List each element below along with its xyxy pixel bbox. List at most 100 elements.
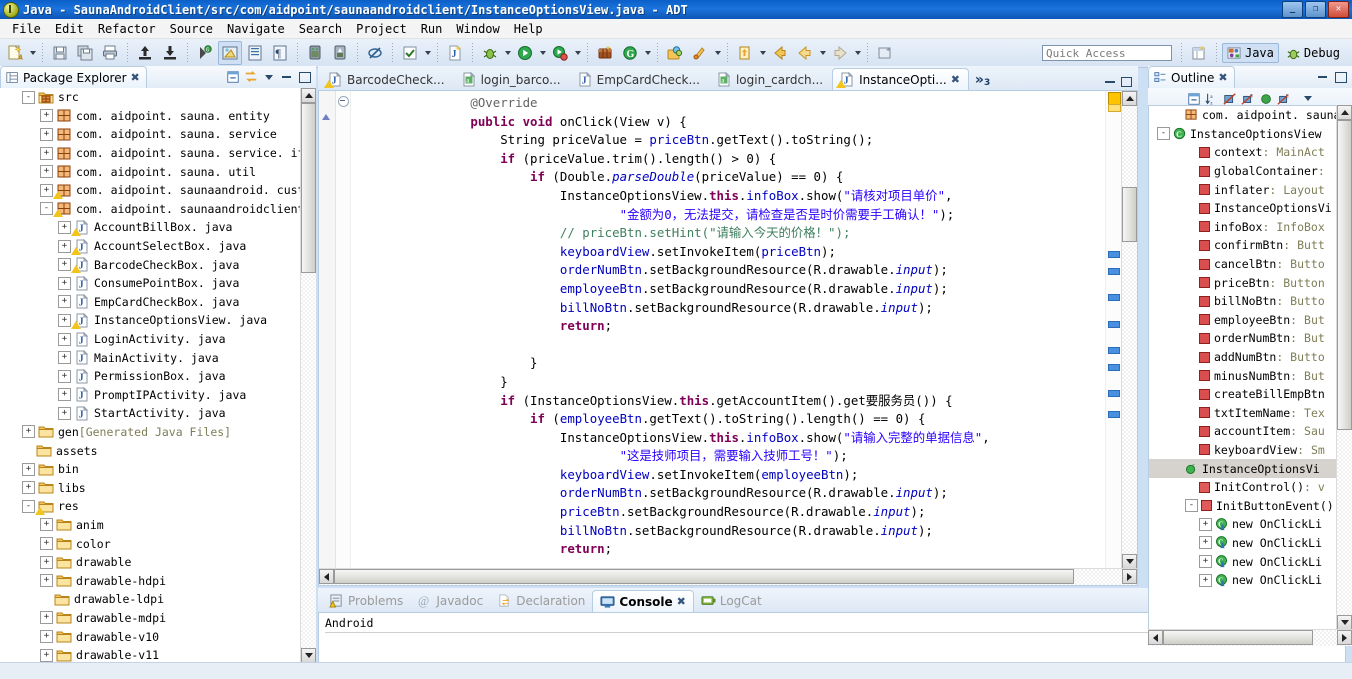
pin-editor-icon[interactable] (873, 41, 897, 65)
overview-occurrence-marker[interactable] (1108, 390, 1120, 397)
outline-row[interactable]: minusNumBtn : But (1149, 366, 1351, 385)
expand-toggle[interactable]: + (40, 630, 53, 644)
editor-hscrollbar[interactable] (319, 568, 1137, 585)
editor-tab-0[interactable]: J BarcodeCheck... (320, 68, 454, 90)
maximize-icon[interactable] (1121, 77, 1132, 87)
editor-warning-marker-secondary[interactable] (1108, 104, 1121, 112)
close-button[interactable]: ✕ (1328, 1, 1349, 18)
external-tools-icon[interactable] (593, 41, 617, 65)
minimize-button[interactable]: _ (1282, 1, 1303, 18)
tree-row[interactable]: - src (0, 88, 316, 107)
search-icon[interactable] (663, 41, 687, 65)
coverage-icon[interactable] (548, 41, 572, 65)
expand-toggle[interactable]: + (40, 518, 53, 532)
tree-row[interactable]: + color (0, 534, 316, 553)
outline-row[interactable]: InitControl() : v (1149, 478, 1351, 497)
menu-edit[interactable]: Edit (48, 21, 91, 37)
close-icon[interactable]: ✖ (677, 595, 686, 608)
menu-file[interactable]: File (5, 21, 48, 37)
outline-row[interactable]: confirmBtn : Butt (1149, 236, 1351, 255)
tree-row[interactable]: + com. aidpoint. sauna. entity (0, 107, 316, 126)
console-tab-console[interactable]: Console ✖ (592, 590, 694, 612)
menu-window[interactable]: Window (449, 21, 506, 37)
expand-toggle[interactable]: + (58, 406, 71, 420)
scroll-thumb[interactable] (1122, 187, 1137, 242)
back-dropdown-arrow[interactable] (818, 42, 827, 64)
tree-row[interactable]: + J PromptIPActivity. java (0, 386, 316, 405)
hide-non-public-icon[interactable] (1258, 91, 1273, 106)
debug-icon[interactable] (478, 41, 502, 65)
expand-toggle[interactable]: + (40, 648, 53, 662)
new-java-file-icon[interactable]: J (443, 41, 467, 65)
console-tab-declaration[interactable]: Declaration (490, 590, 592, 612)
outline-row[interactable]: txtItemName : Tex (1149, 404, 1351, 423)
outline-row[interactable]: - C InstanceOptionsView (1149, 125, 1351, 144)
tree-row[interactable]: + J BarcodeCheckBox. java (0, 255, 316, 274)
maximize-icon[interactable] (1333, 70, 1348, 85)
overview-occurrence-marker[interactable] (1108, 411, 1120, 418)
scroll-thumb-h[interactable] (1163, 630, 1313, 645)
outline-row[interactable]: c InstanceOptionsVi (1149, 459, 1351, 478)
expand-toggle[interactable]: + (58, 295, 71, 309)
run-dropdown-arrow[interactable] (538, 42, 547, 64)
menu-search[interactable]: Search (292, 21, 349, 37)
previous-annotation-icon[interactable] (733, 41, 757, 65)
menu-source[interactable]: Source (163, 21, 220, 37)
import-icon[interactable] (158, 41, 182, 65)
expand-toggle[interactable]: + (1199, 536, 1212, 550)
outline-row[interactable]: keyboardView : Sm (1149, 441, 1351, 460)
tree-row[interactable]: + com. aidpoint. sauna. util (0, 162, 316, 181)
tree-row[interactable]: + drawable-mdpi (0, 609, 316, 628)
minimize-icon[interactable] (1315, 70, 1330, 85)
outline-row[interactable]: - InitButtonEvent() (1149, 496, 1351, 515)
menu-help[interactable]: Help (507, 21, 550, 37)
fold-collapse-icon[interactable] (338, 96, 349, 107)
scroll-up-button[interactable] (1122, 91, 1137, 106)
tree-row[interactable]: + com. aidpoint. saunaandroid. custview (0, 181, 316, 200)
expand-toggle[interactable]: + (1199, 517, 1212, 531)
menu-run[interactable]: Run (414, 21, 450, 37)
tree-row[interactable]: + drawable (0, 553, 316, 572)
outline-tab[interactable]: Outline ✖ (1148, 66, 1235, 88)
android-emulator-icon[interactable] (328, 41, 352, 65)
tree-row[interactable]: + drawable-v10 (0, 627, 316, 646)
scroll-down-button[interactable] (1122, 554, 1137, 569)
expand-toggle[interactable]: + (58, 351, 71, 365)
outline-row[interactable]: cancelBtn : Butto (1149, 255, 1351, 274)
tree-row[interactable]: + bin (0, 460, 316, 479)
checkmark-dropdown-arrow[interactable] (423, 42, 432, 64)
outline-row[interactable]: + Cnew OnClickLi (1149, 515, 1351, 534)
scroll-right-button[interactable] (1337, 630, 1352, 645)
expand-toggle[interactable]: + (40, 611, 53, 625)
tree-row[interactable]: assets (0, 441, 316, 460)
expand-toggle[interactable]: + (58, 388, 71, 402)
tree-row[interactable]: + com. aidpoint. sauna. service (0, 125, 316, 144)
editor-tab-2[interactable]: J EmpCardCheck... (570, 68, 709, 90)
scroll-thumb[interactable] (301, 103, 316, 273)
tree-row[interactable]: + J PermissionBox. java (0, 367, 316, 386)
outline-row[interactable]: InstanceOptionsVi (1149, 199, 1351, 218)
expand-toggle[interactable]: + (58, 332, 71, 346)
outline-row[interactable]: addNumBtn : Butto (1149, 348, 1351, 367)
collapse-toggle[interactable]: - (40, 202, 53, 216)
expand-toggle[interactable]: + (40, 127, 53, 141)
editor-tab-3[interactable]: a login_cardch... (709, 68, 832, 90)
editor-tab-1[interactable]: a login_barco... (454, 68, 570, 90)
link-with-editor-icon[interactable] (243, 70, 258, 85)
outline-vscrollbar[interactable] (1336, 105, 1352, 630)
overview-occurrence-marker[interactable] (1108, 364, 1120, 371)
scroll-right-button[interactable] (1122, 569, 1137, 584)
expand-toggle[interactable]: + (40, 183, 53, 197)
tree-row[interactable]: + libs (0, 478, 316, 497)
package-explorer-tab[interactable]: Package Explorer ✖ (0, 66, 147, 88)
open-type-dropdown-arrow[interactable] (643, 42, 652, 64)
expand-toggle[interactable]: + (58, 258, 71, 272)
expand-toggle[interactable]: + (58, 239, 71, 253)
expand-toggle[interactable]: + (1199, 573, 1212, 587)
tree-row[interactable]: + J AccountSelectBox. java (0, 237, 316, 256)
outline-row[interactable]: infoBox : InfoBox (1149, 218, 1351, 237)
package-explorer-tree[interactable]: - src + com. aidpoint. sauna. entity + com. a… (0, 88, 316, 679)
hide-local-types-icon[interactable]: L (1276, 91, 1291, 106)
source-code-text[interactable]: @Override public void onClick(View v) { … (351, 91, 1105, 569)
expand-toggle[interactable]: + (58, 220, 71, 234)
